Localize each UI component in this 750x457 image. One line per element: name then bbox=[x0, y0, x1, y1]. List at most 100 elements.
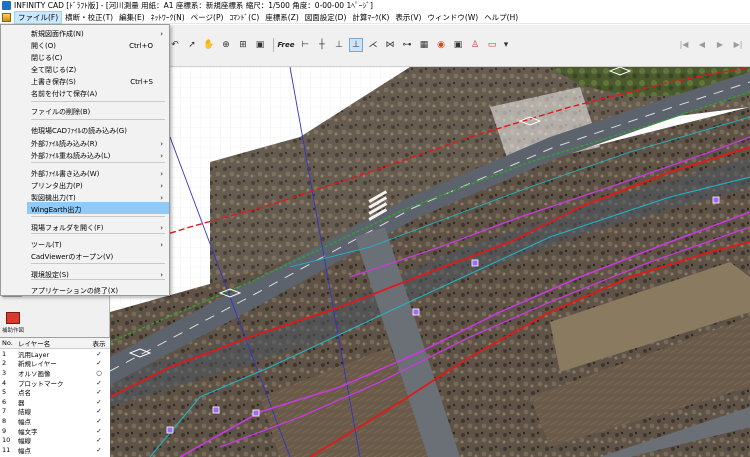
file-menu-item[interactable]: 環境設定(S) › bbox=[31, 269, 167, 280]
layer-row[interactable]: 9 幅文字 ✓ bbox=[0, 426, 110, 436]
file-menu-item[interactable]: 上書き保存(S) Ctrl+S bbox=[31, 76, 167, 87]
document-icon[interactable] bbox=[2, 12, 11, 22]
layer-visibility-toggle[interactable]: ✓ bbox=[90, 417, 108, 425]
first-page-icon[interactable]: |◀ bbox=[676, 38, 692, 51]
cross-tool-icon[interactable]: ┼ bbox=[315, 38, 329, 52]
record-icon[interactable]: ◉ bbox=[434, 38, 448, 52]
layer-row[interactable]: 7 結線 ✓ bbox=[0, 407, 110, 416]
next-page-icon[interactable]: ▶ bbox=[712, 38, 728, 51]
menu-help[interactable]: ヘルプ(H) bbox=[481, 11, 521, 24]
window-title: INFINITY CAD [ﾄﾞﾗﾌﾄ版] - [河川測量 用紙：A1 座標系：… bbox=[14, 1, 373, 10]
menu-item-label: 名前を付けて保存(A) bbox=[31, 89, 98, 98]
layer-name: 汎用Layer bbox=[18, 350, 50, 359]
layer-visibility-toggle[interactable]: ✓ bbox=[90, 446, 108, 454]
frame-icon[interactable]: ▣ bbox=[451, 38, 465, 52]
menu-command[interactable]: ｺﾏﾝﾄﾞ(C) bbox=[226, 11, 262, 24]
layer-row[interactable]: 5 点名 ✓ bbox=[0, 387, 110, 397]
free-button[interactable]: Free bbox=[277, 38, 295, 52]
menu-network[interactable]: ﾈｯﾄﾜｰｸ(N) bbox=[148, 11, 188, 24]
perpendicular-icon[interactable]: ⊥ bbox=[332, 38, 346, 52]
layer-visibility-toggle[interactable]: ✓ bbox=[90, 407, 108, 415]
file-menu-item[interactable]: 全て閉じる(Z) bbox=[31, 64, 167, 75]
file-menu-item[interactable]: プリンタ出力(P) › bbox=[31, 180, 167, 191]
menu-item-label: 外部ﾌｧｲﾙ読み込み(R) bbox=[31, 139, 98, 148]
tool-row: ↶ ➚ ✋ ⊕ ⊞ ▣ Free ⊢ ┼ ⊥ ⊥ ⋌ ⋈ ⊶ ▦ ◉ ▣ ♙ ▭… bbox=[168, 37, 513, 53]
submenu-arrow-icon: › bbox=[160, 151, 163, 160]
file-menu-item[interactable]: ファイルの削除(B) bbox=[31, 106, 167, 117]
file-menu-item[interactable]: 外部ﾌｧｲﾙ書き込み(W) › bbox=[31, 168, 167, 179]
layer-row[interactable]: 3 オルソ画像 ○ bbox=[0, 368, 110, 378]
layer-visibility-toggle[interactable]: ✓ bbox=[90, 388, 108, 396]
file-menu-item[interactable]: ツール(T) › bbox=[31, 239, 167, 250]
display-icon[interactable]: ▣ bbox=[253, 38, 267, 52]
submenu-arrow-icon: › bbox=[160, 270, 163, 279]
file-menu-item[interactable]: CadViewerのオープン(V) bbox=[31, 251, 167, 262]
layer-visibility-toggle[interactable]: ✓ bbox=[90, 427, 108, 435]
layer-visibility-toggle[interactable]: ○ bbox=[90, 369, 108, 377]
menu-item-label: ツール(T) bbox=[31, 240, 62, 249]
menu-window[interactable]: ウィンドウ(W) bbox=[424, 11, 481, 24]
submenu-arrow-icon: › bbox=[160, 169, 163, 178]
file-menu-item[interactable]: 外部ﾌｧｲﾙ重ね読み込み(L) › bbox=[31, 150, 167, 161]
layer-name: 器 bbox=[18, 398, 25, 407]
menu-item-shortcut: Ctrl+S bbox=[130, 77, 153, 86]
pan-hand-icon[interactable]: ✋ bbox=[202, 38, 216, 52]
layer-visibility-toggle[interactable]: ✓ bbox=[90, 436, 108, 444]
file-menu-item[interactable]: 新規図面作成(N) › bbox=[31, 28, 167, 39]
line-tool-icon[interactable]: ⊢ bbox=[298, 38, 312, 52]
layer-row[interactable]: 11 幅点 ✓ bbox=[0, 445, 110, 455]
file-menu-item[interactable]: 名前を付けて保存(A) bbox=[31, 88, 167, 99]
menu-edit[interactable]: 編集(E) bbox=[116, 11, 148, 24]
menu-calc-mark[interactable]: 計算ﾏｰｸ(K) bbox=[349, 11, 392, 24]
layer-row[interactable]: 10 幅線 ✓ bbox=[0, 435, 110, 445]
layer-visibility-toggle[interactable]: ✓ bbox=[90, 359, 108, 367]
node-tool-icon[interactable]: ⊶ bbox=[400, 38, 414, 52]
layer-name: 幅点 bbox=[18, 417, 31, 426]
connect-tool-icon[interactable]: ⋈ bbox=[383, 38, 397, 52]
menu-cross-section[interactable]: 横断・校正(T) bbox=[62, 11, 116, 24]
last-page-icon[interactable]: ▶| bbox=[730, 38, 746, 51]
layer-name: 幅線 bbox=[18, 437, 31, 446]
header-no: No. bbox=[2, 339, 13, 347]
point-tool-icon[interactable]: ⋌ bbox=[366, 38, 380, 52]
measure-icon[interactable]: ⊞ bbox=[236, 38, 250, 52]
layer-visibility-toggle[interactable]: ✓ bbox=[90, 398, 108, 406]
layer-row[interactable]: 2 新規レイヤー ✓ bbox=[0, 359, 110, 368]
layer-name: 点名 bbox=[18, 389, 31, 398]
file-menu-item[interactable]: 外部ﾌｧｲﾙ読み込み(R) › bbox=[31, 138, 167, 149]
file-menu-item[interactable]: 他現場CADﾌｧｲﾙの読み込み(G) bbox=[31, 125, 167, 136]
menu-item-label: プリンタ出力(P) bbox=[31, 181, 83, 190]
menu-page[interactable]: ページ(P) bbox=[188, 11, 227, 24]
drawing-canvas[interactable] bbox=[110, 67, 750, 457]
file-menu-item[interactable]: アプリケーションの終了(X) bbox=[31, 285, 167, 296]
layer-row[interactable]: 4 プロットマーク ✓ bbox=[0, 378, 110, 388]
prev-page-icon[interactable]: ◀ bbox=[694, 38, 710, 51]
menu-file[interactable]: ファイル(F) bbox=[14, 10, 63, 24]
grid-tool-icon[interactable]: ▦ bbox=[417, 38, 431, 52]
menu-coordinate[interactable]: 座標系(Z) bbox=[262, 11, 302, 24]
layer-visibility-toggle[interactable]: ✓ bbox=[90, 350, 108, 358]
file-menu-item[interactable]: 現場フォルダを開く(F) › bbox=[31, 222, 167, 233]
menu-drawing-settings[interactable]: 図面設定(D) bbox=[302, 11, 350, 24]
auxiliary-drawing-icon[interactable] bbox=[6, 312, 20, 324]
file-menu-item[interactable]: 閉じる(C) bbox=[31, 52, 167, 63]
layer-visibility-toggle[interactable]: ✓ bbox=[90, 379, 108, 387]
snap-tool-icon[interactable]: ⊥ bbox=[349, 38, 363, 52]
menu-view[interactable]: 表示(V) bbox=[392, 11, 424, 24]
layer-row[interactable]: 1 汎用Layer ✓ bbox=[0, 349, 110, 359]
layer-number: 4 bbox=[2, 378, 7, 387]
undo-icon[interactable]: ↶ bbox=[168, 38, 182, 52]
zoom-icon[interactable]: ⊕ bbox=[219, 38, 233, 52]
stamp-icon[interactable]: ▭ bbox=[485, 38, 499, 52]
dropdown-arrow-icon[interactable]: ▾ bbox=[502, 38, 510, 52]
page-nav: |◀ ◀ ▶ ▶| bbox=[674, 38, 746, 51]
menu-separator bbox=[31, 162, 165, 163]
file-menu-item[interactable]: 開く(O) Ctrl+O bbox=[31, 40, 167, 51]
figure-icon[interactable]: ♙ bbox=[468, 38, 482, 52]
file-menu-item[interactable]: WingEarth出力 bbox=[31, 204, 167, 215]
layer-row[interactable]: 8 幅点 ✓ bbox=[0, 416, 110, 426]
file-menu-item[interactable]: 製図機出力(T) › bbox=[31, 192, 167, 203]
layer-row[interactable]: 6 器 ✓ bbox=[0, 397, 110, 407]
select-arrow-icon[interactable]: ➚ bbox=[185, 38, 199, 52]
layer-number: 10 bbox=[2, 436, 11, 445]
